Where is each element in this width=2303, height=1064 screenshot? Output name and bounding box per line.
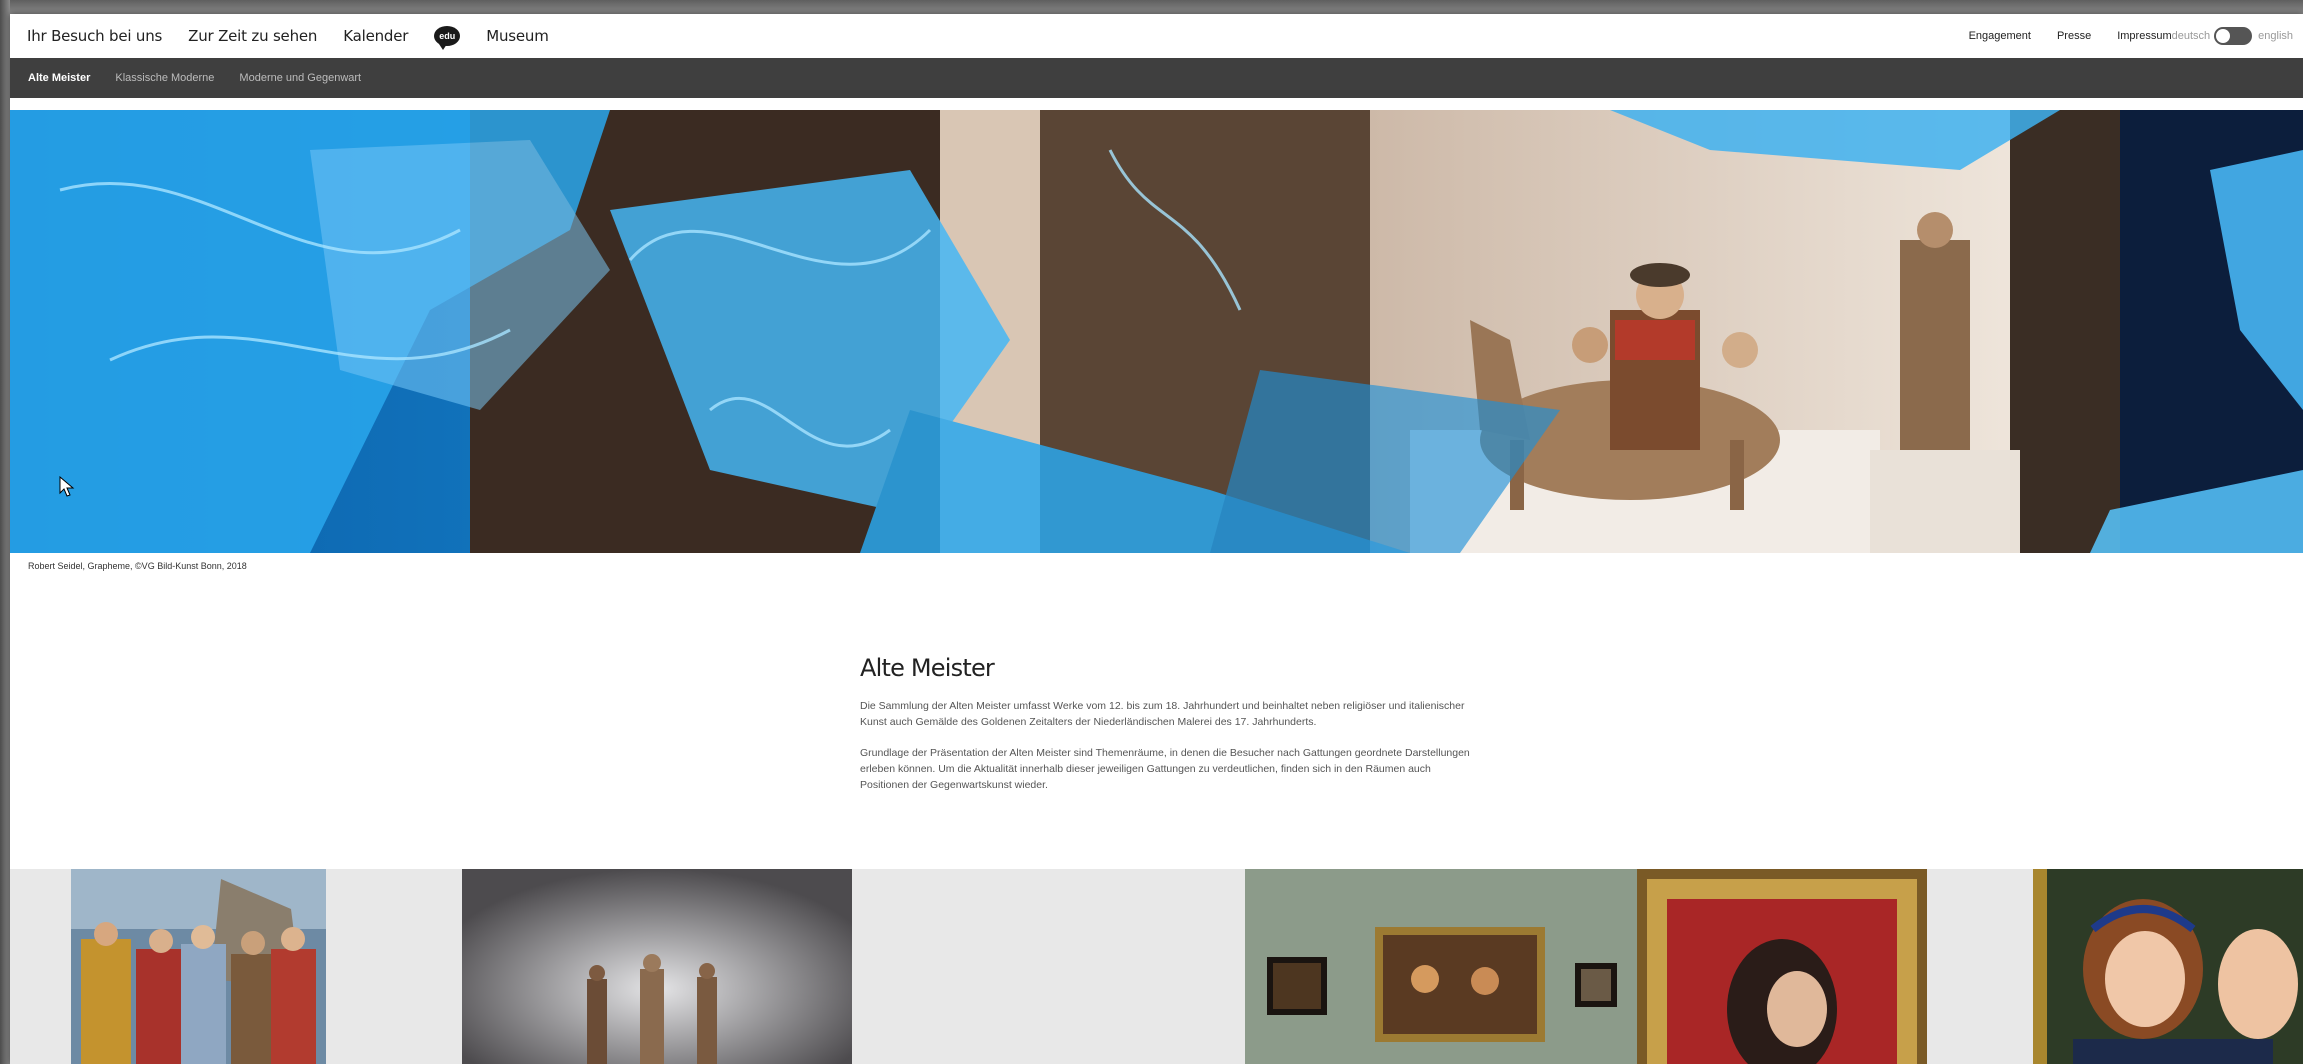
edu-icon[interactable]: edu [434,26,461,50]
subnav-moderne-gegenwart[interactable]: Moderne und Gegenwart [239,72,361,84]
nav-zur-zeit-zu-sehen[interactable]: Zur Zeit zu sehen [188,27,317,45]
gallery-tile-religious-painting[interactable] [71,869,326,1064]
nav-presse[interactable]: Presse [2057,30,2091,42]
hero-image [10,110,2303,553]
gallery-tile-children-portrait[interactable] [2033,869,2303,1064]
language-toggle[interactable] [2214,27,2253,45]
window-top-edge [0,0,2303,14]
portrait-woman-image [1637,869,1927,1064]
artwork-gallery [10,869,2303,1064]
gallery-tile-portrait-woman[interactable] [1637,869,1927,1064]
children-portrait-image [2033,869,2303,1064]
nav-impressum[interactable]: Impressum [2117,30,2171,42]
main-nav: Ihr Besuch bei uns Zur Zeit zu sehen Kal… [10,26,575,50]
gallery-tile-exhibition-room[interactable] [1245,869,1637,1064]
mouse-cursor-icon [59,476,75,497]
language-english-label[interactable]: english [2258,30,2293,42]
nav-museum[interactable]: Museum [486,27,549,45]
intro-paragraph-1: Die Sammlung der Alten Meister umfasst W… [860,700,1465,728]
subnav-klassische-moderne[interactable]: Klassische Moderne [115,72,214,84]
hero-artwork-illustration [10,110,2303,553]
page-title: Alte Meister [860,654,995,682]
top-navigation: Ihr Besuch bei uns Zur Zeit zu sehen Kal… [10,14,2303,58]
hero-caption: Robert Seidel, Grapheme, ©VG Bild-Kunst … [28,561,247,571]
intro-paragraph-2: Grundlage der Präsentation der Alten Mei… [860,747,1470,791]
nav-engagement[interactable]: Engagement [1969,30,2031,42]
exhibition-room-image [1245,869,1637,1064]
nav-kalender[interactable]: Kalender [343,27,408,45]
gallery-tile-sculptures[interactable] [462,869,852,1064]
sculptures-image [462,869,852,1064]
window-left-edge [0,0,10,1064]
religious-painting-image [71,869,326,1064]
secondary-nav: Engagement Presse Impressum deutsch engl… [1969,14,2303,58]
subnav-alte-meister[interactable]: Alte Meister [28,72,90,84]
intro-section: Alte Meister Die Sammlung der Alten Meis… [860,654,1480,808]
browser-page: Ihr Besuch bei uns Zur Zeit zu sehen Kal… [10,14,2303,1064]
language-deutsch-label[interactable]: deutsch [2172,30,2211,42]
collection-subnav: Alte Meister Klassische Moderne Moderne … [10,58,2303,98]
nav-ihr-besuch[interactable]: Ihr Besuch bei uns [27,27,162,45]
